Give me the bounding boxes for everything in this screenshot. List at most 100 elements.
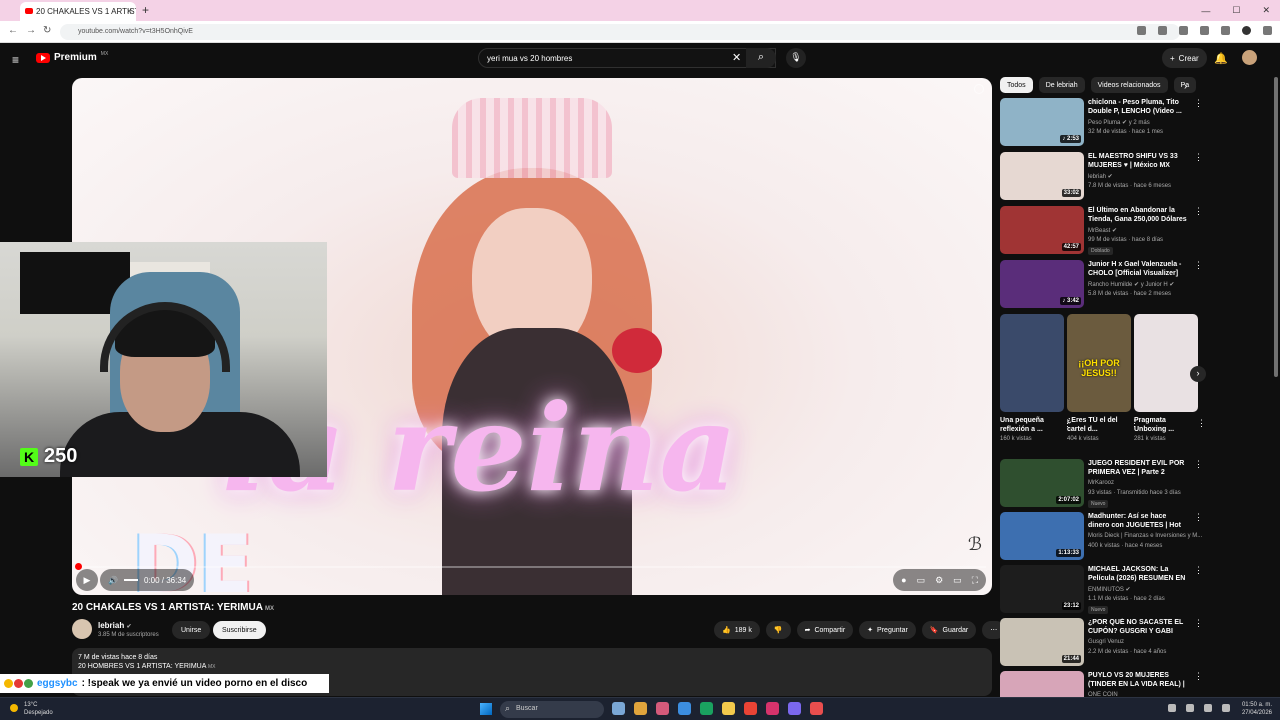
short-item[interactable]: Pragmata Unboxing ... 281 k vistas ⋮ [1134,314,1206,442]
browser-tab[interactable]: 20 CHAKALES VS 1 ARTISTA × [20,2,136,21]
short-title[interactable]: Pragmata Unboxing ... [1134,416,1198,434]
fullscreen-icon[interactable]: ⛶ [972,575,978,586]
video-thumbnail[interactable]: 23:12 [1000,565,1084,613]
page-scrollbar[interactable] [1274,77,1278,377]
short-item[interactable]: Una pequeña reflexión a ... 160 k vistas ⋮ [1000,314,1072,442]
more-options-icon[interactable]: ⋮ [1194,671,1203,682]
download-icon[interactable] [1221,26,1230,35]
forward-icon[interactable]: → [26,25,36,36]
recommendation-title[interactable]: MICHAEL JACKSON: La Película (2026) RESU… [1088,565,1188,584]
taskbar-app-icon[interactable] [788,702,801,715]
recommendation-title[interactable]: Madhunter: Así se hace dinero con JUGUET… [1088,512,1188,531]
more-options-icon[interactable]: ⋮ [1194,206,1203,217]
video-thumbnail[interactable]: ♪ 2:53 [1000,98,1084,146]
short-item[interactable]: ¡¡OH POR JESUS!! ¿Eres TÚ el del cartel d… [1067,314,1139,442]
save-button[interactable]: 🔖 Guardar [921,621,977,639]
taskbar-app-icon[interactable] [634,702,647,715]
recommendation-item[interactable]: 2:07:02 JUEGO RESIDENT EVIL POR PRIMERA V… [1000,459,1203,508]
recommendation-title[interactable]: Junior H x Gael Valenzuela - CHOLO [Offi… [1088,260,1188,278]
taskbar-clock[interactable]: 01:50 a. m. 27/04/2026 [1242,701,1272,717]
recommendation-channel[interactable]: MrBeast ✔ [1088,227,1117,234]
info-icon[interactable] [974,84,984,94]
youtube-premium-logo[interactable]: Premium MX [36,51,108,63]
video-thumbnail[interactable]: 33:02 [1000,152,1084,200]
recommendation-channel[interactable]: Moris Dieck | Finanzas e Inversiones y M… [1088,533,1202,539]
more-options-icon[interactable]: ⋮ [1194,98,1203,109]
taskbar-app-icon[interactable] [612,702,625,715]
recommendation-item[interactable]: ♪ 3:42 Junior H x Gael Valenzuela - CHOLO… [1000,260,1203,308]
like-button[interactable]: 👍 189 k [714,621,760,639]
weather-widget[interactable]: 13°C Despejado [8,701,53,717]
minimize-icon[interactable]: — [1201,6,1210,16]
recommendation-item[interactable]: 23:12 MICHAEL JACKSON: La Película (2026)… [1000,565,1203,614]
recommendation-item[interactable]: 1:13:33 Madhunter: Así se hace dinero con… [1000,512,1203,560]
more-options-icon[interactable]: ⋮ [1194,618,1203,629]
close-window-icon[interactable]: ✕ [1262,5,1270,16]
recommendation-channel[interactable]: Gusgri Venuz [1088,639,1124,645]
shorts-next-icon[interactable]: › [1190,366,1206,382]
dislike-button[interactable]: 👎 [765,621,791,639]
voice-search-icon[interactable]: 🎙 [786,48,806,68]
taskbar-app-icon[interactable] [810,702,823,715]
install-icon[interactable] [1137,26,1146,35]
puzzle-icon[interactable] [1200,26,1209,35]
taskbar-app-icon[interactable] [700,702,713,715]
maximize-icon[interactable]: ☐ [1232,5,1240,16]
recommendation-channel[interactable]: ENMINUTOS ✔ [1088,586,1131,593]
chips-next-icon[interactable]: › [1184,81,1187,92]
battery-icon[interactable] [1222,704,1230,712]
share-button[interactable]: ➦ Compartir [796,621,854,639]
miniplayer-icon[interactable]: ▭ [953,575,962,586]
taskbar-app-icon[interactable] [678,702,691,715]
short-thumbnail[interactable] [1134,314,1198,412]
volume-and-time[interactable]: 🔊 0:00 / 36:34 [100,569,195,591]
short-thumbnail[interactable] [1000,314,1064,412]
video-thumbnail[interactable]: 21:44 [1000,618,1084,666]
speaker-icon[interactable] [1204,704,1212,712]
more-options-icon[interactable]: ⋮ [1194,459,1203,470]
recommendation-title[interactable]: ¿POR QUÉ NO SACASTE EL CUPÓN? GUSGRI Y G… [1088,618,1188,636]
more-options-icon[interactable]: ⋮ [1194,152,1203,163]
more-options-icon[interactable]: ⋮ [1197,418,1206,429]
new-tab-button[interactable]: + [142,3,149,17]
recommendation-item[interactable]: 42:57 El Último en Abandonar la Tienda, G… [1000,206,1203,255]
taskbar-search[interactable]: Buscar [500,701,604,718]
settings-gear-icon[interactable]: ⚙ [935,575,943,586]
tab-close-icon[interactable]: × [127,6,132,16]
profile-avatar-icon[interactable] [1242,26,1251,35]
reload-icon[interactable]: ↻ [43,25,51,36]
recommendation-item[interactable]: 33:02 EL MAESTRO SHIFU VS 33 MUJERES ♥ | … [1000,152,1203,200]
kebab-menu-icon[interactable] [1263,26,1272,35]
chip-related[interactable]: Videos relacionados [1090,77,1168,93]
notifications-bell-icon[interactable]: 🔔 [1214,52,1228,65]
play-button[interactable]: ▶ [76,569,98,591]
volume-icon[interactable]: 🔊 [108,576,118,585]
short-thumbnail[interactable]: ¡¡OH POR JESUS!! [1067,314,1131,412]
more-options-icon[interactable]: ⋮ [1194,565,1203,576]
recommendation-title[interactable]: El Último en Abandonar la Tienda, Gana 2… [1088,206,1188,224]
search-button[interactable]: ⌕ [746,48,776,68]
recommendation-title[interactable]: EL MAESTRO SHIFU VS 33 MUJERES ♥ | Méxic… [1088,152,1188,170]
volume-slider[interactable] [123,579,138,581]
account-avatar[interactable] [1242,50,1257,65]
video-thumbnail[interactable]: 1:13:33 [1000,512,1084,560]
recommendation-channel[interactable]: MrKarooz [1088,480,1114,486]
recommendation-channel[interactable]: Rancho Humilde ✔ y Junior H ✔ [1088,281,1174,288]
chip-all[interactable]: Todos [1000,77,1033,93]
more-options-icon[interactable]: ⋮ [1194,512,1203,523]
taskbar-app-icon[interactable] [744,702,757,715]
subtitles-icon[interactable]: ▭ [917,575,926,586]
wifi-icon[interactable] [1186,704,1194,712]
create-button[interactable]: + Crear [1162,48,1207,68]
clear-search-icon[interactable]: ✕ [732,51,741,64]
short-title[interactable]: Una pequeña reflexión a ... [1000,416,1064,434]
channel-watermark-icon[interactable]: ℬ [968,534,982,555]
autoplay-toggle-icon[interactable]: ● [901,575,906,585]
recommendation-title[interactable]: PUYLO VS 20 MUJERES (TINDER EN LA VIDA R… [1088,671,1188,690]
video-thumbnail[interactable]: 2:07:02 [1000,459,1084,507]
join-button[interactable]: Unirse [172,621,211,639]
tray-chevron-icon[interactable] [1168,704,1176,712]
taskbar-app-icon[interactable] [656,702,669,715]
subscribe-button[interactable]: Suscribirse [213,621,266,639]
recommendation-item[interactable]: ♪ 2:53 chiclona - Peso Pluma, Tito Double… [1000,98,1203,146]
